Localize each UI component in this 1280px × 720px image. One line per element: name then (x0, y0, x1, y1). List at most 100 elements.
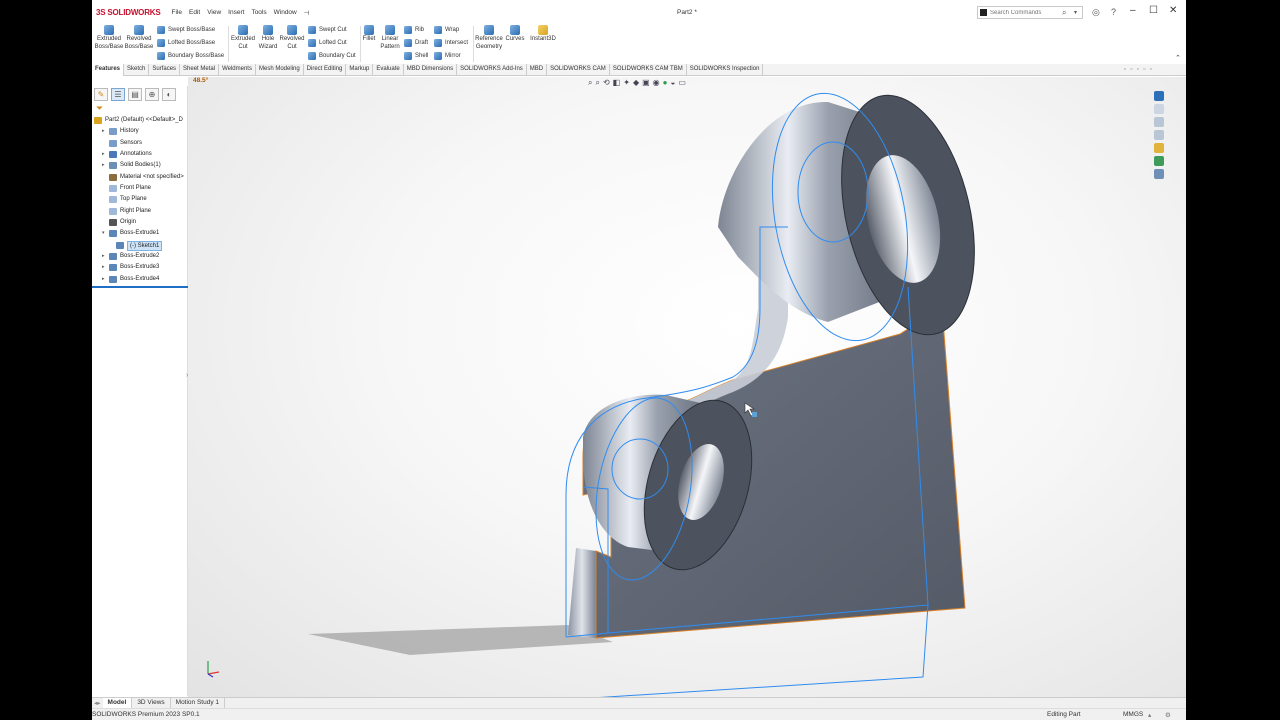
appearances-icon[interactable] (1154, 143, 1164, 153)
tab-sheet-metal[interactable]: Sheet Metal (180, 64, 220, 76)
app-logo[interactable]: 3S SOLIDWORKS (96, 8, 161, 17)
tree-node[interactable]: ▸ Boss-Extrude3 (92, 262, 188, 273)
menu-edit[interactable]: Edit (185, 9, 203, 17)
filter-icon[interactable]: ⏷ (96, 103, 103, 114)
graphics-area[interactable]: 48.5° ⌕ ⌕ ⟲ ◧ ✦ ◆ ▣ ◉ ● ◒ ▭ (188, 77, 1186, 697)
shell-button[interactable]: Shell (404, 52, 428, 60)
boundary-boss-button[interactable]: Boundary Boss/Base (157, 52, 224, 60)
part-model-view[interactable] (188, 77, 1186, 697)
mirror-button[interactable]: Mirror (434, 52, 461, 60)
menu-view[interactable]: View (204, 9, 225, 17)
configuration-manager-tab-icon[interactable]: ⊕ (145, 88, 159, 101)
tree-node-icon (109, 173, 117, 181)
chevron-down-icon[interactable]: ▾ (1074, 9, 1077, 16)
solidworks-resources-icon[interactable] (1154, 91, 1164, 101)
tab-motion-study[interactable]: Motion Study 1 (171, 698, 226, 708)
expand-toggle-icon[interactable]: ▸ (102, 126, 108, 137)
search-icon[interactable]: ⌕ (1062, 8, 1066, 18)
units-dropdown-icon[interactable]: ▴ (1148, 711, 1151, 719)
linear-pattern-button[interactable]: Linear Pattern (376, 24, 404, 51)
collapse-ribbon-icon[interactable]: ⌃ (1175, 54, 1181, 62)
tab-weldments[interactable]: Weldments (219, 64, 256, 76)
user-icon[interactable]: ◎ (1092, 7, 1100, 18)
feature-tree-tab-icon[interactable]: ✎ (94, 88, 108, 101)
tree-node[interactable]: ▸ Annotations (92, 149, 188, 160)
tree-node[interactable]: ▸ History (92, 126, 188, 137)
custom-properties-icon[interactable] (1154, 156, 1164, 166)
tree-node[interactable]: Right Plane (92, 206, 188, 217)
instant3d-button[interactable]: Instant3D (526, 24, 560, 44)
tab-surfaces[interactable]: Surfaces (149, 64, 181, 76)
tab-model[interactable]: Model (102, 698, 133, 708)
tree-node[interactable]: Origin (92, 217, 188, 228)
search-scope-icon[interactable] (980, 9, 987, 16)
tab-mesh-modeling[interactable]: Mesh Modeling (256, 64, 304, 76)
draft-button[interactable]: Draft (404, 39, 428, 47)
tab-cam-tbm[interactable]: SOLIDWORKS CAM TBM (610, 64, 687, 76)
view-palette-icon[interactable] (1154, 130, 1164, 140)
expand-toggle-icon[interactable]: ▸ (102, 262, 108, 273)
swept-boss-button[interactable]: Swept Boss/Base (157, 26, 215, 34)
status-settings-icon[interactable]: ⚙ (1165, 711, 1171, 719)
minimize-button[interactable]: – (1130, 5, 1136, 16)
tree-node[interactable]: (-) Sketch1 (92, 240, 188, 251)
tab-inspection[interactable]: SOLIDWORKS Inspection (687, 64, 764, 76)
maximize-button[interactable]: ☐ (1149, 5, 1158, 16)
tab-mbd[interactable]: MBD (527, 64, 548, 76)
rib-button[interactable]: Rib (404, 26, 424, 34)
display-manager-tab-icon[interactable]: ◐ (162, 88, 176, 101)
tree-node[interactable]: Front Plane (92, 183, 188, 194)
expand-toggle-icon[interactable]: ▸ (102, 251, 108, 262)
tree-node[interactable]: ▸ Solid Bodies(1) (92, 160, 188, 171)
tab-cam[interactable]: SOLIDWORKS CAM (547, 64, 610, 76)
tab-addins[interactable]: SOLIDWORKS Add-Ins (457, 64, 527, 76)
reference-geometry-button[interactable]: Reference Geometry (474, 24, 504, 51)
boundary-cut-button[interactable]: Boundary Cut (308, 52, 356, 60)
file-explorer-icon[interactable] (1154, 117, 1164, 127)
toolbox-icon[interactable] (1154, 169, 1164, 179)
tab-markup[interactable]: Markup (346, 64, 374, 76)
swept-cut-button[interactable]: Swept Cut (308, 26, 347, 34)
wrap-button[interactable]: Wrap (434, 26, 459, 34)
menu-insert[interactable]: Insert (225, 9, 248, 17)
tab-evaluate[interactable]: Evaluate (373, 64, 404, 76)
expand-toggle-icon[interactable]: ▸ (102, 274, 108, 285)
design-library-icon[interactable] (1154, 104, 1164, 114)
lofted-boss-button[interactable]: Lofted Boss/Base (157, 39, 215, 47)
tree-node[interactable]: Material <not specified> (92, 172, 188, 183)
tree-node[interactable]: Sensors (92, 138, 188, 149)
menu-tools[interactable]: Tools (248, 9, 270, 17)
extruded-boss-button[interactable]: Extruded Boss/Base (93, 24, 125, 51)
menu-pin-icon[interactable]: ⊣ (300, 9, 313, 17)
revolved-boss-button[interactable]: Revolved Boss/Base (123, 24, 155, 51)
tab-mbd-dimensions[interactable]: MBD Dimensions (404, 64, 458, 76)
help-icon[interactable]: ? (1111, 7, 1116, 17)
units-selector[interactable]: MMGS (1123, 711, 1143, 718)
tab-sketch[interactable]: Sketch (124, 64, 150, 76)
intersect-button[interactable]: Intersect (434, 39, 468, 47)
curves-button[interactable]: Curves (502, 24, 528, 44)
feature-manager-tab-icon[interactable]: ☰ (111, 88, 125, 101)
tab-features[interactable]: Features (92, 64, 125, 76)
viewport-window-controls[interactable]: ▫▫▫▫▫ (1124, 66, 1156, 73)
tree-node[interactable]: Top Plane (92, 194, 188, 205)
tree-node[interactable]: ▸ Boss-Extrude2 (92, 251, 188, 262)
expand-toggle-icon[interactable]: ▾ (102, 228, 108, 239)
menu-window[interactable]: Window (270, 9, 300, 17)
expand-toggle-icon[interactable]: ▸ (102, 149, 108, 160)
menu-file[interactable]: File (168, 9, 185, 17)
tab-3d-views[interactable]: 3D Views (132, 698, 171, 708)
search-input[interactable] (990, 8, 1058, 18)
revolved-cut-button[interactable]: Revolved Cut (276, 24, 308, 51)
search-commands[interactable]: ⌕ ▾ (977, 6, 1083, 19)
tree-node[interactable]: ▸ Boss-Extrude4 (92, 274, 188, 285)
property-manager-tab-icon[interactable]: ▤ (128, 88, 142, 101)
tab-direct-editing[interactable]: Direct Editing (304, 64, 347, 76)
scroll-tabs-icon[interactable]: ◂▸ (92, 698, 103, 708)
expand-toggle-icon[interactable]: ▸ (102, 160, 108, 171)
lofted-cut-button[interactable]: Lofted Cut (308, 39, 347, 47)
tree-node[interactable]: ▾ Boss-Extrude1 (92, 228, 188, 239)
rollback-bar[interactable] (92, 286, 188, 288)
close-button[interactable]: ✕ (1169, 5, 1177, 16)
tree-node[interactable]: Part2 (Default) <<Default>_D (92, 115, 188, 126)
